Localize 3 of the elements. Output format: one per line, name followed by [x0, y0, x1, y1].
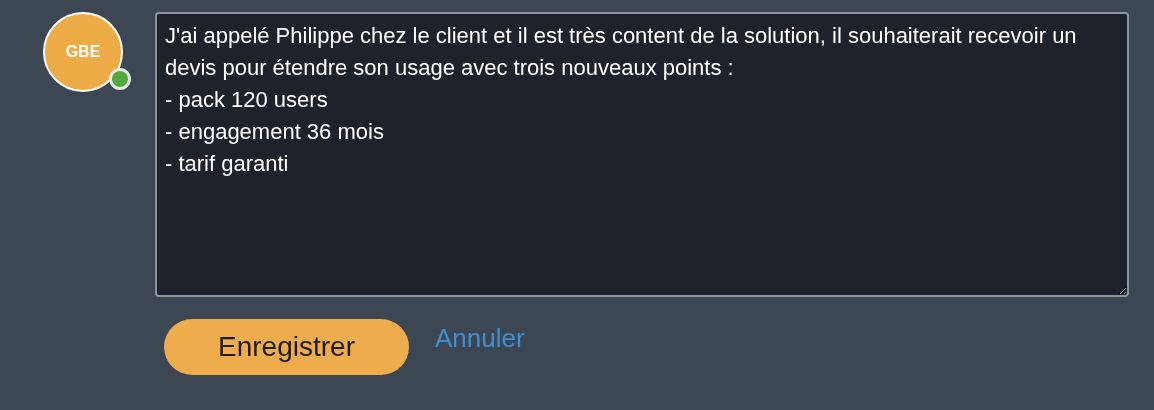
comment-field[interactable]: J'ai appelé Philippe chez le client et il est très content de la solution, il souhaiterait recevoir un devis pour étendre son usage avec trois nouveaux points : - pack 120 users - engagement 36 mois - tarif garanti [155, 12, 1129, 297]
avatar: GBE [43, 12, 123, 92]
save-button[interactable]: Enregistrer [164, 319, 409, 375]
